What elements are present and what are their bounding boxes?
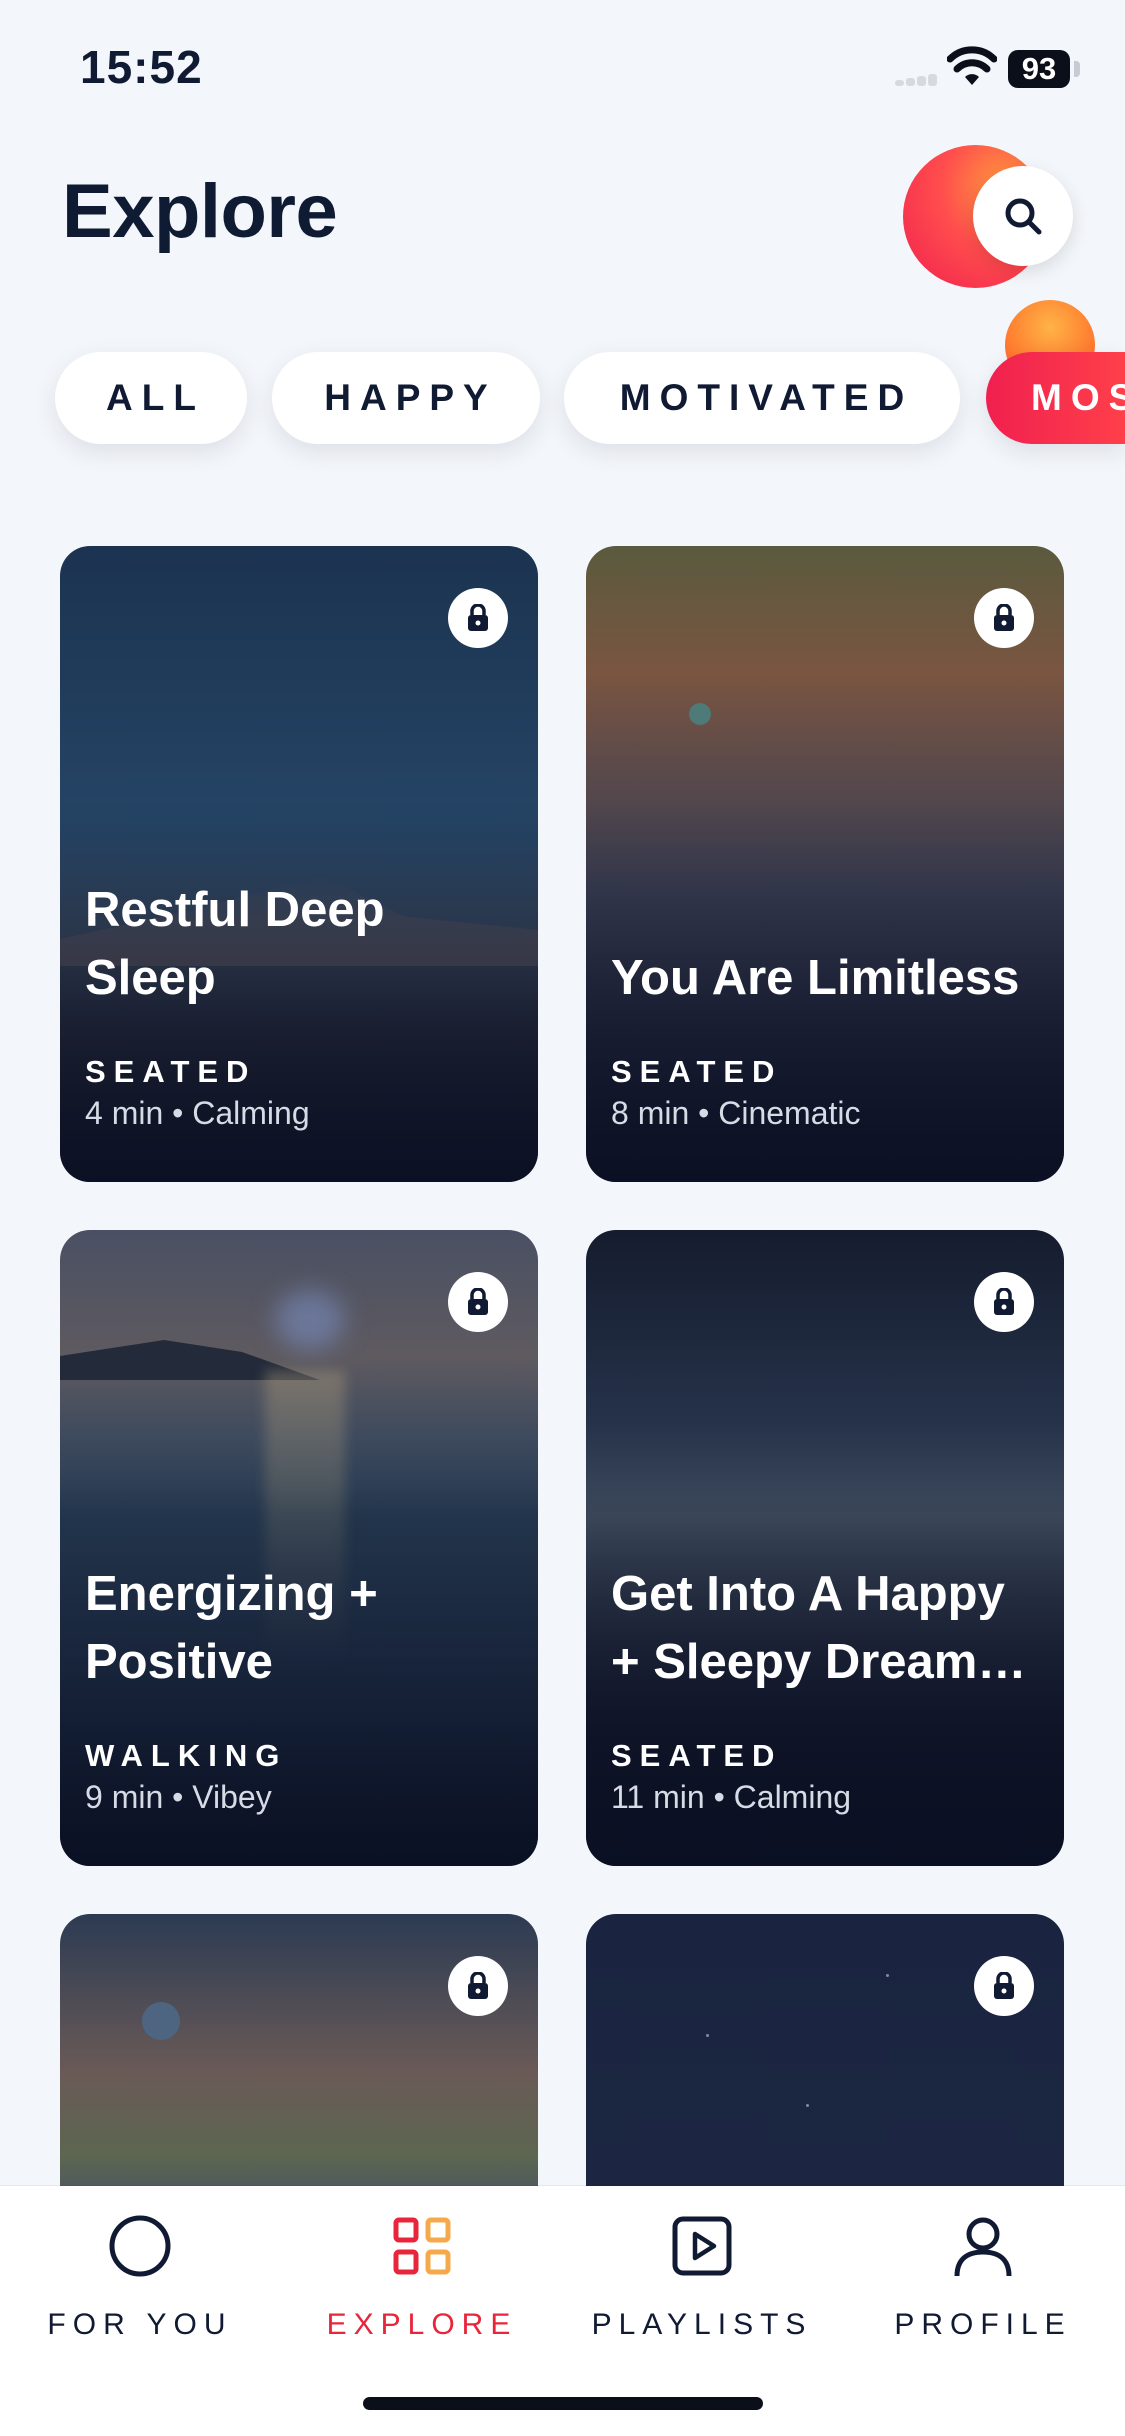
status-time: 15:52 [80, 41, 203, 93]
meditation-card[interactable]: You Are Limitless SEATED 8 min • Cinemat… [586, 546, 1064, 1182]
play-square-icon [672, 2216, 732, 2276]
filter-chip-most[interactable]: MOS [986, 352, 1125, 444]
circle-icon [109, 2215, 171, 2277]
search-icon [1005, 198, 1042, 235]
page-title: Explore [62, 169, 338, 254]
tab-playlists[interactable]: PLAYLISTS [582, 2214, 822, 2344]
status-bar: 15:52 93 [0, 0, 1125, 140]
card-posture: SEATED [611, 1054, 783, 1089]
card-image-star [806, 2104, 809, 2107]
card-image-star [886, 1974, 889, 1977]
tab-explore[interactable]: EXPLORE [302, 2214, 542, 2344]
filter-chip-all[interactable]: ALL [55, 352, 247, 444]
tab-label: PROFILE [894, 2308, 1072, 2341]
lock-icon [468, 1972, 488, 1999]
card-meta: 4 min • Calming [85, 1095, 310, 1131]
wifi-icon [947, 46, 997, 85]
grid-icon [393, 2217, 451, 2275]
tab-profile[interactable]: PROFILE [863, 2214, 1103, 2344]
person-icon [954, 2217, 1012, 2277]
lock-badge [448, 1956, 508, 2016]
tab-for-you[interactable]: FOR YOU [20, 2214, 260, 2344]
battery-tip [1074, 61, 1080, 77]
card-meta: 9 min • Vibey [85, 1779, 272, 1815]
home-indicator[interactable] [363, 2397, 763, 2410]
card-image-star [706, 2034, 709, 2037]
card-title: Restful Deep Sleep [85, 883, 385, 1005]
card-meta: 8 min • Cinematic [611, 1095, 861, 1131]
meditation-card[interactable]: Get Into A Happy + Sleepy Dream… SEATED … [586, 1230, 1064, 1866]
tab-label: EXPLORE [326, 2308, 518, 2341]
lock-badge [974, 588, 1034, 648]
lock-badge [974, 1956, 1034, 2016]
lock-badge [974, 1272, 1034, 1332]
cellular-signal-icon [895, 74, 937, 86]
card-posture: SEATED [85, 1054, 257, 1089]
lock-icon [468, 604, 488, 631]
filter-chip-happy[interactable]: HAPPY [272, 352, 540, 444]
card-posture: WALKING [85, 1738, 288, 1773]
card-posture: SEATED [611, 1738, 783, 1773]
search-button[interactable] [973, 166, 1073, 266]
lock-icon [994, 1288, 1014, 1315]
meditation-card[interactable]: Restful Deep Sleep SEATED 4 min • Calmin… [60, 546, 538, 1182]
lock-icon [994, 604, 1014, 631]
lock-badge [448, 588, 508, 648]
filter-chip-motivated[interactable]: MOTIVATED [564, 352, 960, 444]
card-title: Energizing + Positive [85, 1567, 378, 1689]
battery-indicator: 93 [1008, 50, 1070, 88]
lock-icon [468, 1288, 488, 1315]
lock-badge [448, 1272, 508, 1332]
tab-label: PLAYLISTS [591, 2308, 813, 2341]
card-image-sun [142, 2002, 180, 2040]
filter-chips: ALL HAPPY MOTIVATED MOS [0, 352, 1125, 446]
meditation-card[interactable]: Energizing + Positive WALKING 9 min • Vi… [60, 1230, 538, 1866]
card-meta: 11 min • Calming [611, 1779, 852, 1815]
card-title: You Are Limitless [611, 951, 1020, 1005]
card-title: Get Into A Happy + Sleepy Dream… [611, 1567, 1027, 1689]
tab-label: FOR YOU [47, 2308, 233, 2341]
lock-icon [994, 1972, 1014, 1999]
